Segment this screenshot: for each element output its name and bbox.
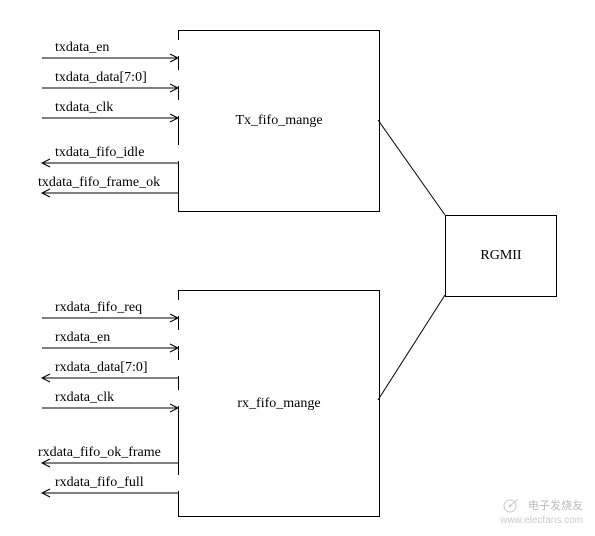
arrow-out-icon: [42, 489, 178, 501]
arrow-in-icon: [42, 114, 178, 126]
signal-rxdata-fifo-req: rxdata_fifo_req: [0, 300, 178, 320]
signal-txdata-fifo-idle: txdata_fifo_idle: [0, 145, 178, 165]
rx-fifo-block: rx_fifo_mange: [178, 290, 380, 517]
arrow-in-icon: [42, 344, 178, 356]
watermark: 电子发烧友 www.elecfans.com: [496, 497, 583, 526]
watermark-brand: 电子发烧友: [528, 500, 583, 512]
arrow-out-icon: [42, 189, 178, 201]
arrow-out-icon: [42, 159, 178, 171]
elecfans-logo-icon: [496, 497, 524, 515]
signal-txdata-clk: txdata_clk: [0, 100, 178, 120]
tx-fifo-label: Tx_fifo_mange: [235, 113, 322, 129]
tx-fifo-block: Tx_fifo_mange: [178, 30, 380, 212]
arrow-in-icon: [42, 314, 178, 326]
arrow-out-icon: [42, 459, 178, 471]
rgmii-label: RGMII: [480, 248, 521, 264]
tx-to-rgmii-line: [378, 120, 448, 220]
signal-txdata-fifo-frame-ok: txdata_fifo_frame_ok: [0, 175, 178, 195]
watermark-url: www.elecfans.com: [496, 515, 583, 526]
signal-rxdata-clk: rxdata_clk: [0, 390, 178, 410]
signal-txdata-en: txdata_en: [0, 40, 178, 60]
signal-rxdata-data: rxdata_data[7:0]: [0, 360, 178, 380]
arrow-out-icon: [42, 374, 178, 386]
arrow-in-icon: [42, 54, 178, 66]
signal-rxdata-fifo-full: rxdata_fifo_full: [0, 475, 178, 495]
arrow-in-icon: [42, 84, 178, 96]
rx-fifo-label: rx_fifo_mange: [237, 396, 320, 412]
rx-to-rgmii-line: [378, 295, 448, 405]
signal-rxdata-en: rxdata_en: [0, 330, 178, 350]
rgmii-block: RGMII: [445, 215, 557, 297]
signal-txdata-data: txdata_data[7:0]: [0, 70, 178, 90]
arrow-in-icon: [42, 404, 178, 416]
signal-rxdata-fifo-ok-frame: rxdata_fifo_ok_frame: [0, 445, 178, 465]
